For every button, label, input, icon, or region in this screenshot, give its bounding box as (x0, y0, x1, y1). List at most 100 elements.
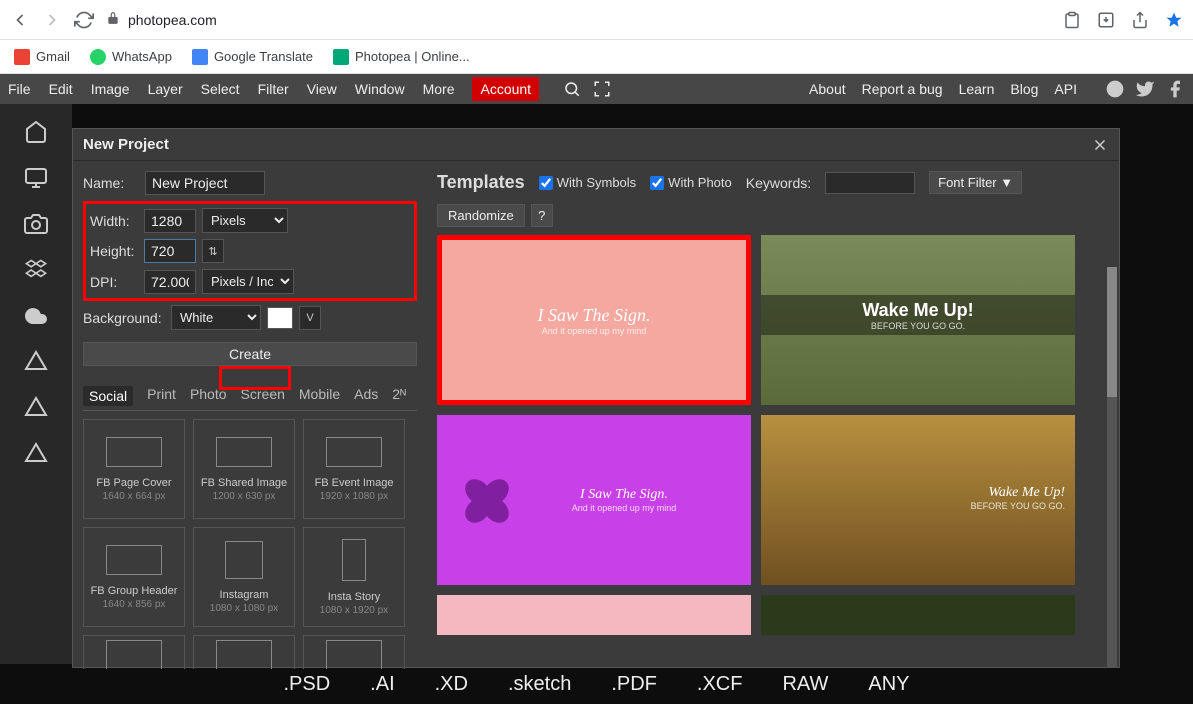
template-item[interactable] (193, 635, 295, 669)
tab-2n[interactable]: 2ᴺ (392, 386, 406, 406)
randomize-button[interactable]: Randomize (437, 204, 525, 227)
create-button[interactable]: Create (83, 342, 417, 366)
template-dim: 1080 x 1080 px (210, 603, 278, 614)
drive-icon-3[interactable] (24, 442, 48, 466)
share-icon[interactable] (1131, 11, 1149, 29)
bookmark-star-icon[interactable] (1165, 11, 1183, 29)
checkbox-input[interactable] (539, 176, 553, 190)
template-item[interactable]: Instagram 1080 x 1080 px (193, 527, 295, 627)
forward-button[interactable] (42, 10, 62, 30)
with-photo-checkbox[interactable]: With Photo (650, 175, 732, 190)
template-item[interactable] (303, 635, 405, 669)
file-type: .sketch (508, 673, 571, 696)
file-type: RAW (782, 673, 828, 696)
file-type: .PDF (611, 673, 657, 696)
width-unit-select[interactable]: Pixels (202, 208, 288, 233)
dpi-unit-select[interactable]: Pixels / Inch (202, 269, 294, 294)
width-label: Width: (90, 213, 138, 229)
template-dim: 1640 x 856 px (103, 599, 166, 610)
keywords-input[interactable] (825, 172, 915, 194)
scrollbar[interactable] (1107, 267, 1117, 667)
scrollbar-thumb[interactable] (1107, 267, 1117, 397)
preview-text: I Saw The Sign. (580, 487, 668, 503)
menu-more[interactable]: More (423, 81, 455, 97)
facebook-icon[interactable] (1165, 79, 1185, 99)
bookmark-photopea[interactable]: Photopea | Online... (333, 49, 470, 65)
fullscreen-icon[interactable] (593, 80, 611, 98)
menu-edit[interactable]: Edit (49, 81, 73, 97)
search-icon[interactable] (563, 80, 581, 98)
dpi-input[interactable] (144, 270, 196, 294)
bg-color-swatch[interactable] (267, 307, 293, 329)
bg-v-button[interactable]: V (299, 306, 321, 330)
menu-learn[interactable]: Learn (959, 81, 995, 97)
template-preview[interactable] (761, 595, 1075, 635)
template-item[interactable]: FB Group Header1640 x 856 px (83, 527, 185, 627)
app-menu-bar: File Edit Image Layer Select Filter View… (0, 74, 1193, 104)
cloud-icon[interactable] (24, 304, 48, 328)
template-item[interactable]: FB Event Image1920 x 1080 px (303, 419, 405, 519)
tab-ads[interactable]: Ads (354, 386, 378, 406)
close-icon[interactable] (1091, 136, 1109, 154)
menu-blog[interactable]: Blog (1010, 81, 1038, 97)
drive-icon[interactable] (24, 350, 48, 374)
desktop-icon[interactable] (24, 166, 48, 190)
menu-image[interactable]: Image (91, 81, 130, 97)
file-type: .AI (370, 673, 394, 696)
drive-icon-2[interactable] (24, 396, 48, 420)
menu-report[interactable]: Report a bug (862, 81, 943, 97)
tab-social[interactable]: Social (83, 386, 133, 406)
template-item[interactable]: FB Page Cover1640 x 664 px (83, 419, 185, 519)
width-input[interactable] (144, 209, 196, 233)
template-label: FB Event Image (315, 477, 394, 489)
bookmarks-bar: Gmail WhatsApp Google Translate Photopea… (0, 40, 1193, 74)
help-button[interactable]: ? (531, 204, 553, 227)
with-symbols-checkbox[interactable]: With Symbols (539, 175, 636, 190)
template-label: Insta Story (328, 591, 381, 603)
font-filter-button[interactable]: Font Filter ▼ (929, 171, 1022, 194)
tab-mobile[interactable]: Mobile (299, 386, 340, 406)
height-input[interactable] (144, 239, 196, 263)
template-item[interactable]: FB Shared Image1200 x 630 px (193, 419, 295, 519)
install-icon[interactable] (1097, 11, 1115, 29)
tab-print[interactable]: Print (147, 386, 176, 406)
template-preview[interactable] (437, 595, 751, 635)
swap-dimensions-button[interactable]: ⇅ (202, 239, 224, 263)
preview-sub: And it opened up my mind (572, 503, 677, 513)
sidebar (0, 104, 72, 664)
menu-window[interactable]: Window (355, 81, 405, 97)
name-input[interactable] (145, 171, 265, 195)
menu-api[interactable]: API (1054, 81, 1077, 97)
template-label: Instagram (220, 589, 269, 601)
menu-view[interactable]: View (307, 81, 337, 97)
dropbox-icon[interactable] (24, 258, 48, 282)
home-icon[interactable] (24, 120, 48, 144)
twitter-icon[interactable] (1135, 79, 1155, 99)
camera-icon[interactable] (24, 212, 48, 236)
tab-photo[interactable]: Photo (190, 386, 227, 406)
bookmark-whatsapp[interactable]: WhatsApp (90, 49, 172, 65)
template-item[interactable]: Insta Story1080 x 1920 px (303, 527, 405, 627)
flower-icon (457, 471, 517, 531)
template-preview[interactable]: Wake Me Up! BEFORE YOU GO GO. (761, 235, 1075, 405)
bookmark-translate[interactable]: Google Translate (192, 49, 313, 65)
template-preview[interactable]: I Saw The Sign. And it opened up my mind (437, 415, 751, 585)
bg-select[interactable]: White (171, 305, 261, 330)
back-button[interactable] (10, 10, 30, 30)
reload-button[interactable] (74, 10, 94, 30)
address-bar[interactable]: photopea.com (106, 11, 217, 28)
menu-select[interactable]: Select (201, 81, 240, 97)
menu-layer[interactable]: Layer (148, 81, 183, 97)
menu-about[interactable]: About (809, 81, 846, 97)
clipboard-icon[interactable] (1063, 11, 1081, 29)
reddit-icon[interactable] (1105, 79, 1125, 99)
menu-filter[interactable]: Filter (258, 81, 289, 97)
menu-account[interactable]: Account (472, 77, 539, 101)
bookmark-gmail[interactable]: Gmail (14, 49, 70, 65)
template-preview[interactable]: I Saw The Sign. And it opened up my mind (437, 235, 751, 405)
tab-screen[interactable]: Screen (241, 386, 285, 406)
menu-file[interactable]: File (8, 81, 31, 97)
checkbox-input[interactable] (650, 176, 664, 190)
template-preview[interactable]: Wake Me Up! BEFORE YOU GO GO. (761, 415, 1075, 585)
template-item[interactable] (83, 635, 185, 669)
